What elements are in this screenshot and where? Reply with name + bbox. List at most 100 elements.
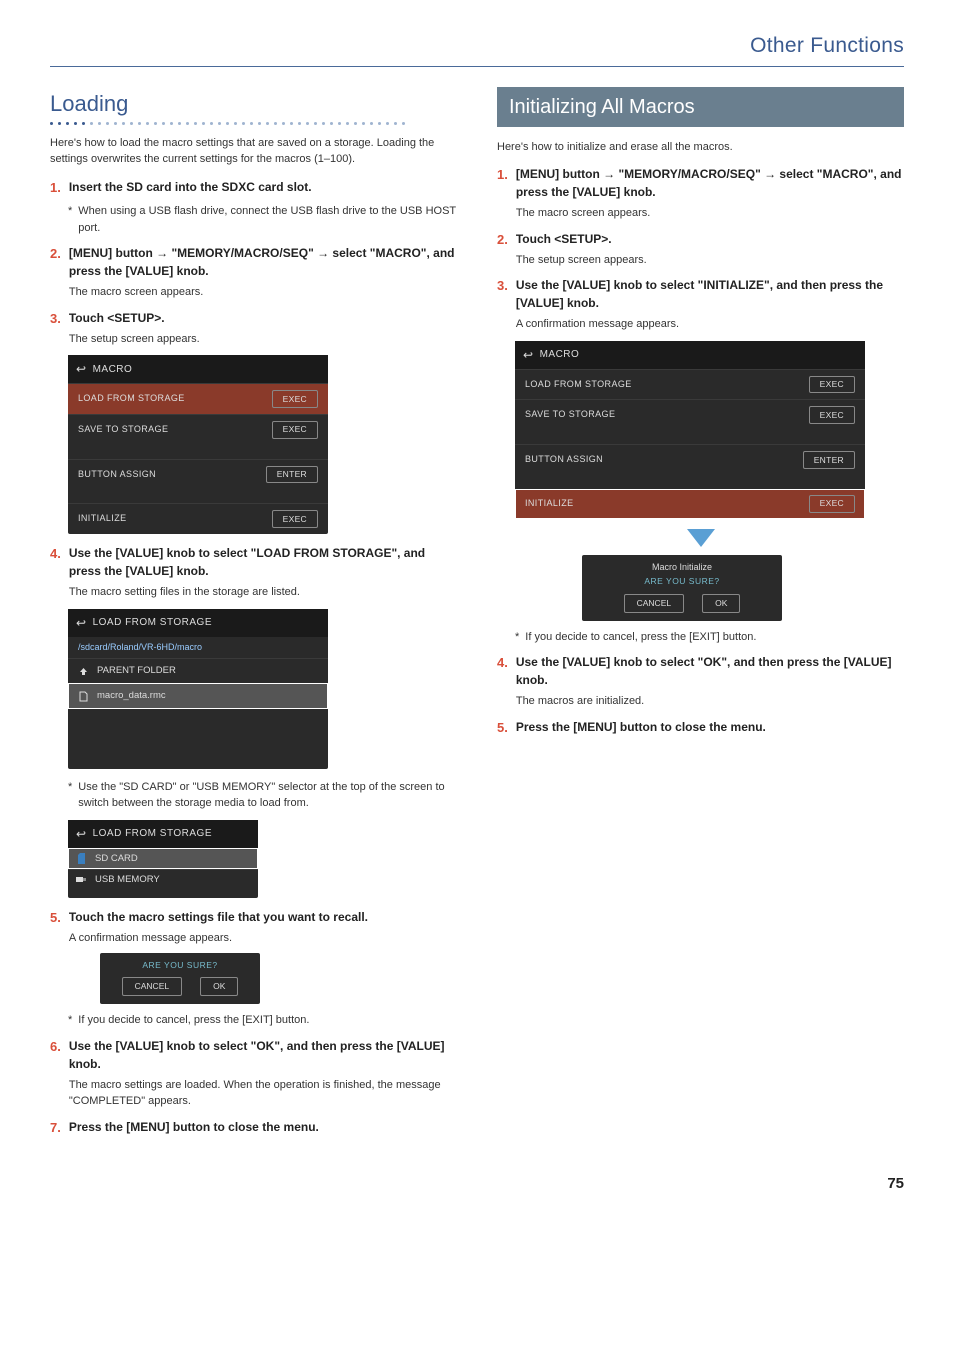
back-icon: ↩ [523,346,534,364]
ui-macro-panel: ↩ MACRO LOAD FROM STORAGE EXEC SAVE TO S… [515,341,865,519]
step-main: Press the [MENU] button to close the men… [69,1118,457,1136]
cancel-button: CANCEL [122,977,182,996]
row-button: EXEC [272,390,318,408]
asterisk-icon: * [68,779,72,812]
list-item: SD CARD [68,848,258,869]
step-main: Use the [VALUE] knob to select "OK", and… [69,1037,457,1073]
row-button: ENTER [803,451,855,469]
left-column: Loading Here's how to load the macro set… [50,87,457,1144]
note-text: When using a USB flash drive, connect th… [78,203,457,236]
step-number: 2. [50,244,61,301]
heading-loading: Loading [50,87,457,120]
panel-row: BUTTON ASSIGN ENTER [68,459,328,490]
ok-button: OK [200,977,238,996]
row-button: ENTER [266,466,318,484]
step-sub: The macro setting files in the storage a… [69,584,457,601]
step: 4. Use the [VALUE] knob to select "OK", … [497,653,904,710]
dotted-rule [50,122,457,125]
item-label: USB MEMORY [95,873,160,887]
step: 4. Use the [VALUE] knob to select "LOAD … [50,544,457,601]
step-main: Use the [VALUE] knob to select "LOAD FRO… [69,544,457,580]
panel-row: SAVE TO STORAGE EXEC [68,414,328,445]
note: * Use the "SD CARD" or "USB MEMORY" sele… [68,779,457,812]
panel-row: INITIALIZE EXEC [515,489,865,519]
step: 7. Press the [MENU] button to close the … [50,1118,457,1138]
page-header: Other Functions [50,30,904,67]
step-sub: The setup screen appears. [516,252,904,269]
row-label: INITIALIZE [78,512,127,526]
row-button: EXEC [809,376,855,394]
row-label: BUTTON ASSIGN [78,468,156,482]
step: 2. Touch <SETUP>. The setup screen appea… [497,230,904,269]
sd-card-icon [76,853,87,864]
confirm-dialog: Macro Initialize ARE YOU SURE? CANCEL OK [582,555,782,621]
back-icon: ↩ [76,825,87,843]
step-sub: The macro settings are loaded. When the … [69,1077,457,1110]
panel-header: ↩ MACRO [515,341,865,369]
step: 5. Press the [MENU] button to close the … [497,718,904,738]
ui-macro-panel: ↩ MACRO LOAD FROM STORAGE EXEC SAVE TO S… [68,355,328,534]
step-number: 5. [497,718,508,738]
two-column-layout: Loading Here's how to load the macro set… [50,87,904,1144]
confirm-pretitle: Macro Initialize [582,561,782,575]
item-label: SD CARD [95,852,138,866]
list-item: macro_data.rmc [68,683,328,708]
row-button: EXEC [272,510,318,528]
down-arrow-icon [687,529,715,547]
step: 6. Use the [VALUE] knob to select "OK", … [50,1037,457,1110]
panel-title: LOAD FROM STORAGE [93,615,212,630]
step: 1. Insert the SD card into the SDXC card… [50,178,457,198]
note: * If you decide to cancel, press the [EX… [68,1012,457,1029]
step-main: Use the [VALUE] knob to select "INITIALI… [516,276,904,312]
heading-initializing: Initializing All Macros [497,87,904,127]
step-main: Touch <SETUP>. [69,309,457,327]
step-sub: The macro screen appears. [516,205,904,222]
step-sub: A confirmation message appears. [516,316,904,333]
panel-row: INITIALIZE EXEC [68,503,328,534]
row-label: SAVE TO STORAGE [525,408,615,422]
back-icon: ↩ [76,614,87,632]
row-label: LOAD FROM STORAGE [525,378,632,392]
step-main: [MENU] button → "MEMORY/MACRO/SEQ" → sel… [69,244,457,280]
step-main: Press the [MENU] button to close the men… [516,718,904,736]
step-main: Insert the SD card into the SDXC card sl… [69,178,457,196]
list-item: PARENT FOLDER [68,658,328,683]
ui-selector-panel: ↩ LOAD FROM STORAGE SD CARD USB MEMORY [68,820,258,899]
panel-row: LOAD FROM STORAGE EXEC [515,369,865,400]
step-number: 3. [497,276,508,333]
cancel-button: CANCEL [624,594,684,613]
step-sub: The macro screen appears. [69,284,457,301]
right-column: Initializing All Macros Here's how to in… [497,87,904,1144]
step: 3. Use the [VALUE] knob to select "INITI… [497,276,904,333]
row-label: BUTTON ASSIGN [525,453,603,467]
step-main: Touch the macro settings file that you w… [69,908,457,926]
step-main: Touch <SETUP>. [516,230,904,248]
step-sub: The setup screen appears. [69,331,457,348]
ui-load-panel: ↩ LOAD FROM STORAGE /sdcard/Roland/VR-6H… [68,609,328,769]
note: * When using a USB flash drive, connect … [68,203,457,236]
row-button: EXEC [272,421,318,439]
panel-row: BUTTON ASSIGN ENTER [515,444,865,475]
confirm-title: ARE YOU SURE? [100,959,260,972]
row-button: EXEC [809,406,855,424]
panel-row: SAVE TO STORAGE EXEC [515,399,865,430]
step: 2. [MENU] button → "MEMORY/MACRO/SEQ" → … [50,244,457,301]
step-number: 1. [497,165,508,222]
step: 3. Touch <SETUP>. The setup screen appea… [50,309,457,348]
panel-title: LOAD FROM STORAGE [93,826,212,841]
panel-row: LOAD FROM STORAGE EXEC [68,383,328,414]
page-number: 75 [50,1173,904,1196]
step-main: [MENU] button → "MEMORY/MACRO/SEQ" → sel… [516,165,904,201]
row-label: LOAD FROM STORAGE [78,392,185,406]
item-label: macro_data.rmc [97,689,166,703]
item-label: PARENT FOLDER [97,664,176,678]
row-label: SAVE TO STORAGE [78,423,168,437]
asterisk-icon: * [68,1012,72,1029]
step: 1. [MENU] button → "MEMORY/MACRO/SEQ" → … [497,165,904,222]
note-text: If you decide to cancel, press the [EXIT… [78,1012,309,1029]
usb-icon [76,874,87,885]
step-number: 7. [50,1118,61,1138]
up-folder-icon [78,666,89,677]
asterisk-icon: * [68,203,72,236]
step-number: 5. [50,908,61,947]
